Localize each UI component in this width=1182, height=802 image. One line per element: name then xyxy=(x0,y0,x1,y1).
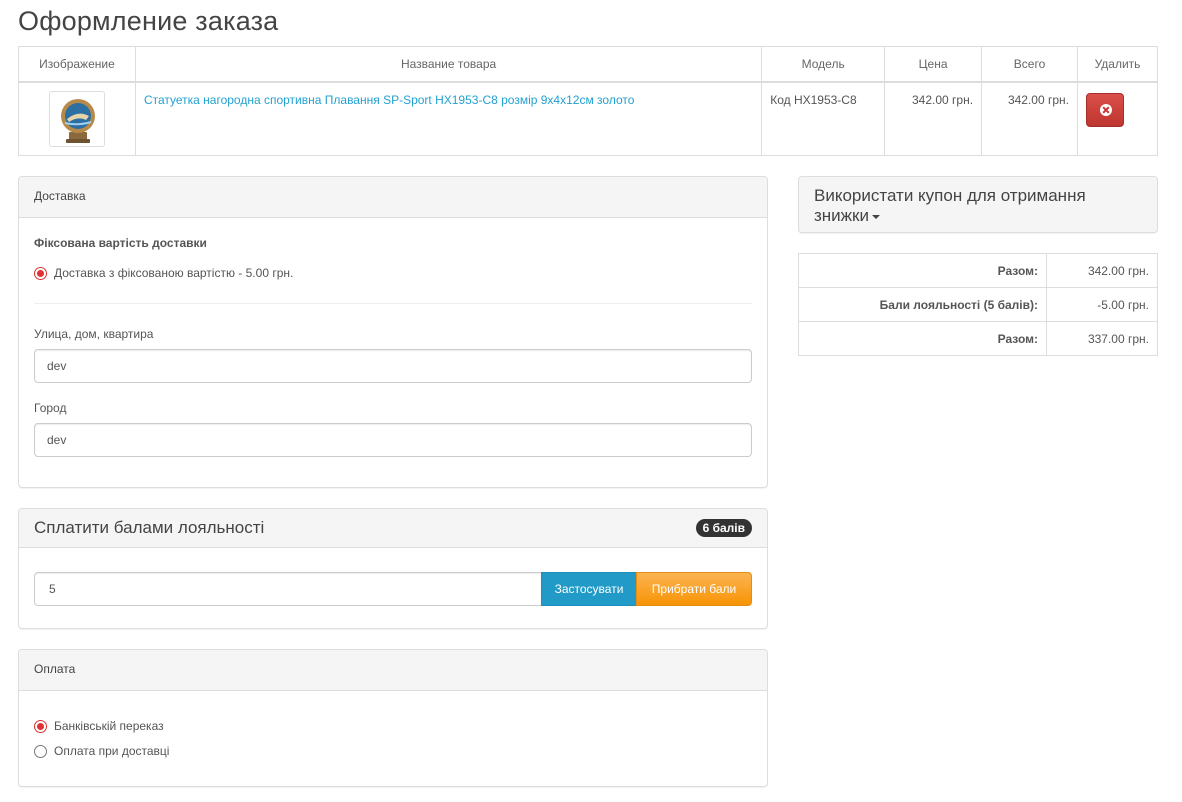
city-label: Город xyxy=(34,401,67,415)
times-circle-icon xyxy=(1100,103,1112,116)
radio-selected[interactable] xyxy=(34,719,47,733)
table-row: Статуетка нагородна спортивна Плавання S… xyxy=(18,81,1158,156)
cart-header-row: Изображение Название товара Модель Цена … xyxy=(18,46,1158,83)
totals-row: Разом: 337.00 грн. xyxy=(798,321,1158,356)
totals-row: Бали лояльності (5 балів): -5.00 грн. xyxy=(798,287,1158,322)
payment-panel: Оплата Банківській переказ Оплата при до… xyxy=(18,649,768,787)
product-total: 342.00 грн. xyxy=(981,81,1078,156)
header-delete: Удалить xyxy=(1077,46,1158,83)
street-input[interactable] xyxy=(34,349,752,383)
page-title: Оформление заказа xyxy=(18,6,279,36)
delete-cell xyxy=(1077,81,1158,156)
subtotal-label: Разом: xyxy=(798,253,1047,288)
loyalty-title: Сплатити балами лояльності xyxy=(34,518,265,537)
payment-option-bank[interactable]: Банківській переказ xyxy=(34,719,164,733)
radio-unselected[interactable] xyxy=(34,744,47,758)
header-image: Изображение xyxy=(18,46,136,83)
remove-points-button[interactable]: Прибрати бали xyxy=(636,572,752,606)
product-link[interactable]: Статуетка нагородна спортивна Плавання S… xyxy=(144,93,634,107)
payment-option-label: Оплата при доставці xyxy=(54,744,170,758)
product-price: 342.00 грн. xyxy=(884,81,983,156)
coupon-panel: Використати купон для отримання знижки xyxy=(798,176,1158,233)
payment-option-label: Банківській переказ xyxy=(54,719,164,733)
apply-points-button[interactable]: Застосувати xyxy=(541,572,637,606)
payment-option-cod[interactable]: Оплата при доставці xyxy=(34,744,169,758)
points-badge: 6 балів xyxy=(695,519,752,537)
trophy-image xyxy=(60,98,95,143)
delivery-heading: Доставка xyxy=(19,177,767,218)
points-input[interactable] xyxy=(34,572,542,606)
totals-row: Разом: 342.00 грн. xyxy=(798,253,1158,288)
radio-selected[interactable] xyxy=(34,266,47,280)
total-value: 337.00 грн. xyxy=(1046,321,1158,356)
coupon-toggle[interactable]: Використати купон для отримання знижки xyxy=(799,177,1157,232)
coupon-title: Використати купон для отримання знижки xyxy=(814,186,1086,225)
product-thumbnail[interactable] xyxy=(48,90,105,147)
remove-item-button[interactable] xyxy=(1086,92,1124,127)
delivery-panel: Доставка Фіксована вартість доставки Дос… xyxy=(18,176,768,488)
divider xyxy=(34,303,752,304)
header-model: Модель xyxy=(761,46,886,83)
header-product-name: Название товара xyxy=(134,46,763,83)
subtotal-value: 342.00 грн. xyxy=(1046,253,1158,288)
loyalty-discount-label: Бали лояльності (5 балів): xyxy=(798,287,1047,322)
product-model: Код HX1953-C8 xyxy=(761,81,886,156)
cart-table: Изображение Название товара Модель Цена … xyxy=(18,46,1158,156)
payment-heading: Оплата xyxy=(19,650,767,691)
product-name-cell: Статуетка нагородна спортивна Плавання S… xyxy=(134,81,763,156)
caret-down-icon xyxy=(871,214,880,219)
city-input[interactable] xyxy=(34,423,752,457)
product-image-cell xyxy=(18,81,136,156)
shipping-method-title: Фіксована вартість доставки xyxy=(34,236,207,250)
loyalty-panel: Сплатити балами лояльності 6 балів Засто… xyxy=(18,508,768,629)
street-label: Улица, дом, квартира xyxy=(34,327,154,341)
totals-table: Разом: 342.00 грн. Бали лояльності (5 ба… xyxy=(798,253,1158,356)
shipping-option-flat[interactable]: Доставка з фіксованою вартістю - 5.00 гр… xyxy=(34,266,293,280)
total-label: Разом: xyxy=(798,321,1047,356)
loyalty-discount-value: -5.00 грн. xyxy=(1046,287,1158,322)
header-total: Всего xyxy=(981,46,1078,83)
header-price: Цена xyxy=(884,46,983,83)
shipping-option-label: Доставка з фіксованою вартістю - 5.00 гр… xyxy=(54,266,294,280)
loyalty-heading: Сплатити балами лояльності xyxy=(19,509,767,548)
